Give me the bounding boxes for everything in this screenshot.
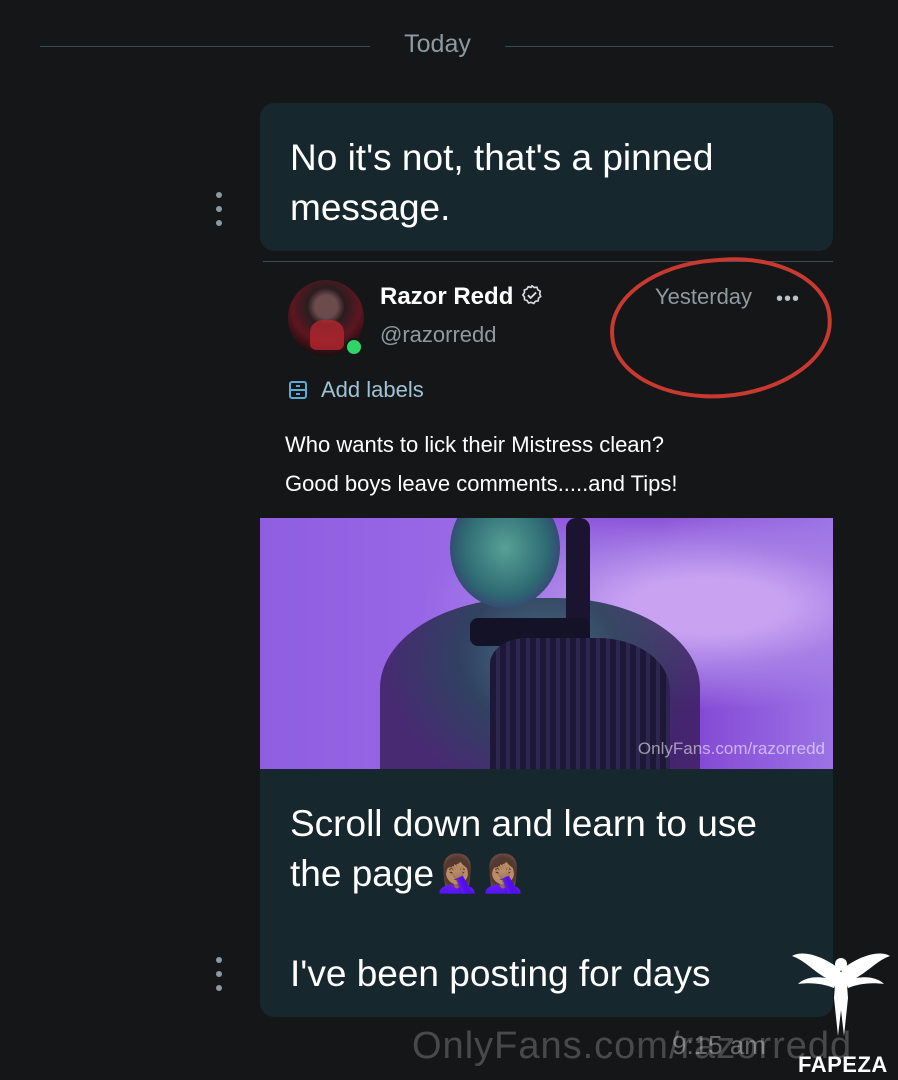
verified-badge-icon	[521, 284, 542, 305]
footer-watermark: OnlyFans.com/razorredd	[412, 1025, 853, 1067]
dot-icon	[216, 971, 222, 977]
image-watermark: OnlyFans.com/razorredd	[637, 739, 825, 758]
dot-icon	[216, 220, 222, 226]
add-labels-link[interactable]: Add labels	[321, 377, 424, 403]
dot-icon	[216, 192, 222, 198]
shared-post[interactable]: Razor Redd @razorredd Yesterday ••• Add …	[260, 250, 837, 769]
dot-icon	[216, 957, 222, 963]
image-figure-head	[450, 518, 560, 608]
author-name[interactable]: Razor Redd	[380, 283, 513, 311]
message-bubble: No it's not, that's a pinned message.	[260, 103, 833, 251]
message-options-button[interactable]	[214, 192, 224, 226]
day-divider-right	[505, 46, 833, 47]
author-handle[interactable]: @razorredd	[380, 322, 497, 348]
angel-logo-icon	[792, 953, 890, 1036]
message-text: No it's not, that's a pinned message.	[290, 137, 714, 228]
red-circle-annotation	[605, 250, 837, 406]
online-status-dot	[345, 338, 363, 356]
message-bubble: Scroll down and learn to use the page🤦🏽‍…	[260, 769, 833, 1017]
post-image[interactable]: OnlyFans.com/razorredd	[260, 518, 833, 769]
message-text: Scroll down and learn to use the page🤦🏽‍…	[290, 803, 757, 994]
day-label: Today	[404, 30, 471, 58]
dot-icon	[216, 985, 222, 991]
footer-time: 9:15 am	[672, 1030, 766, 1060]
dot-icon	[216, 206, 222, 212]
logo-text: FAPEZA	[798, 1052, 888, 1077]
message-options-button[interactable]	[214, 957, 224, 991]
label-icon	[289, 381, 307, 399]
day-divider-left	[40, 46, 370, 47]
post-caption: Who wants to lick their Mistress clean? …	[285, 432, 678, 496]
